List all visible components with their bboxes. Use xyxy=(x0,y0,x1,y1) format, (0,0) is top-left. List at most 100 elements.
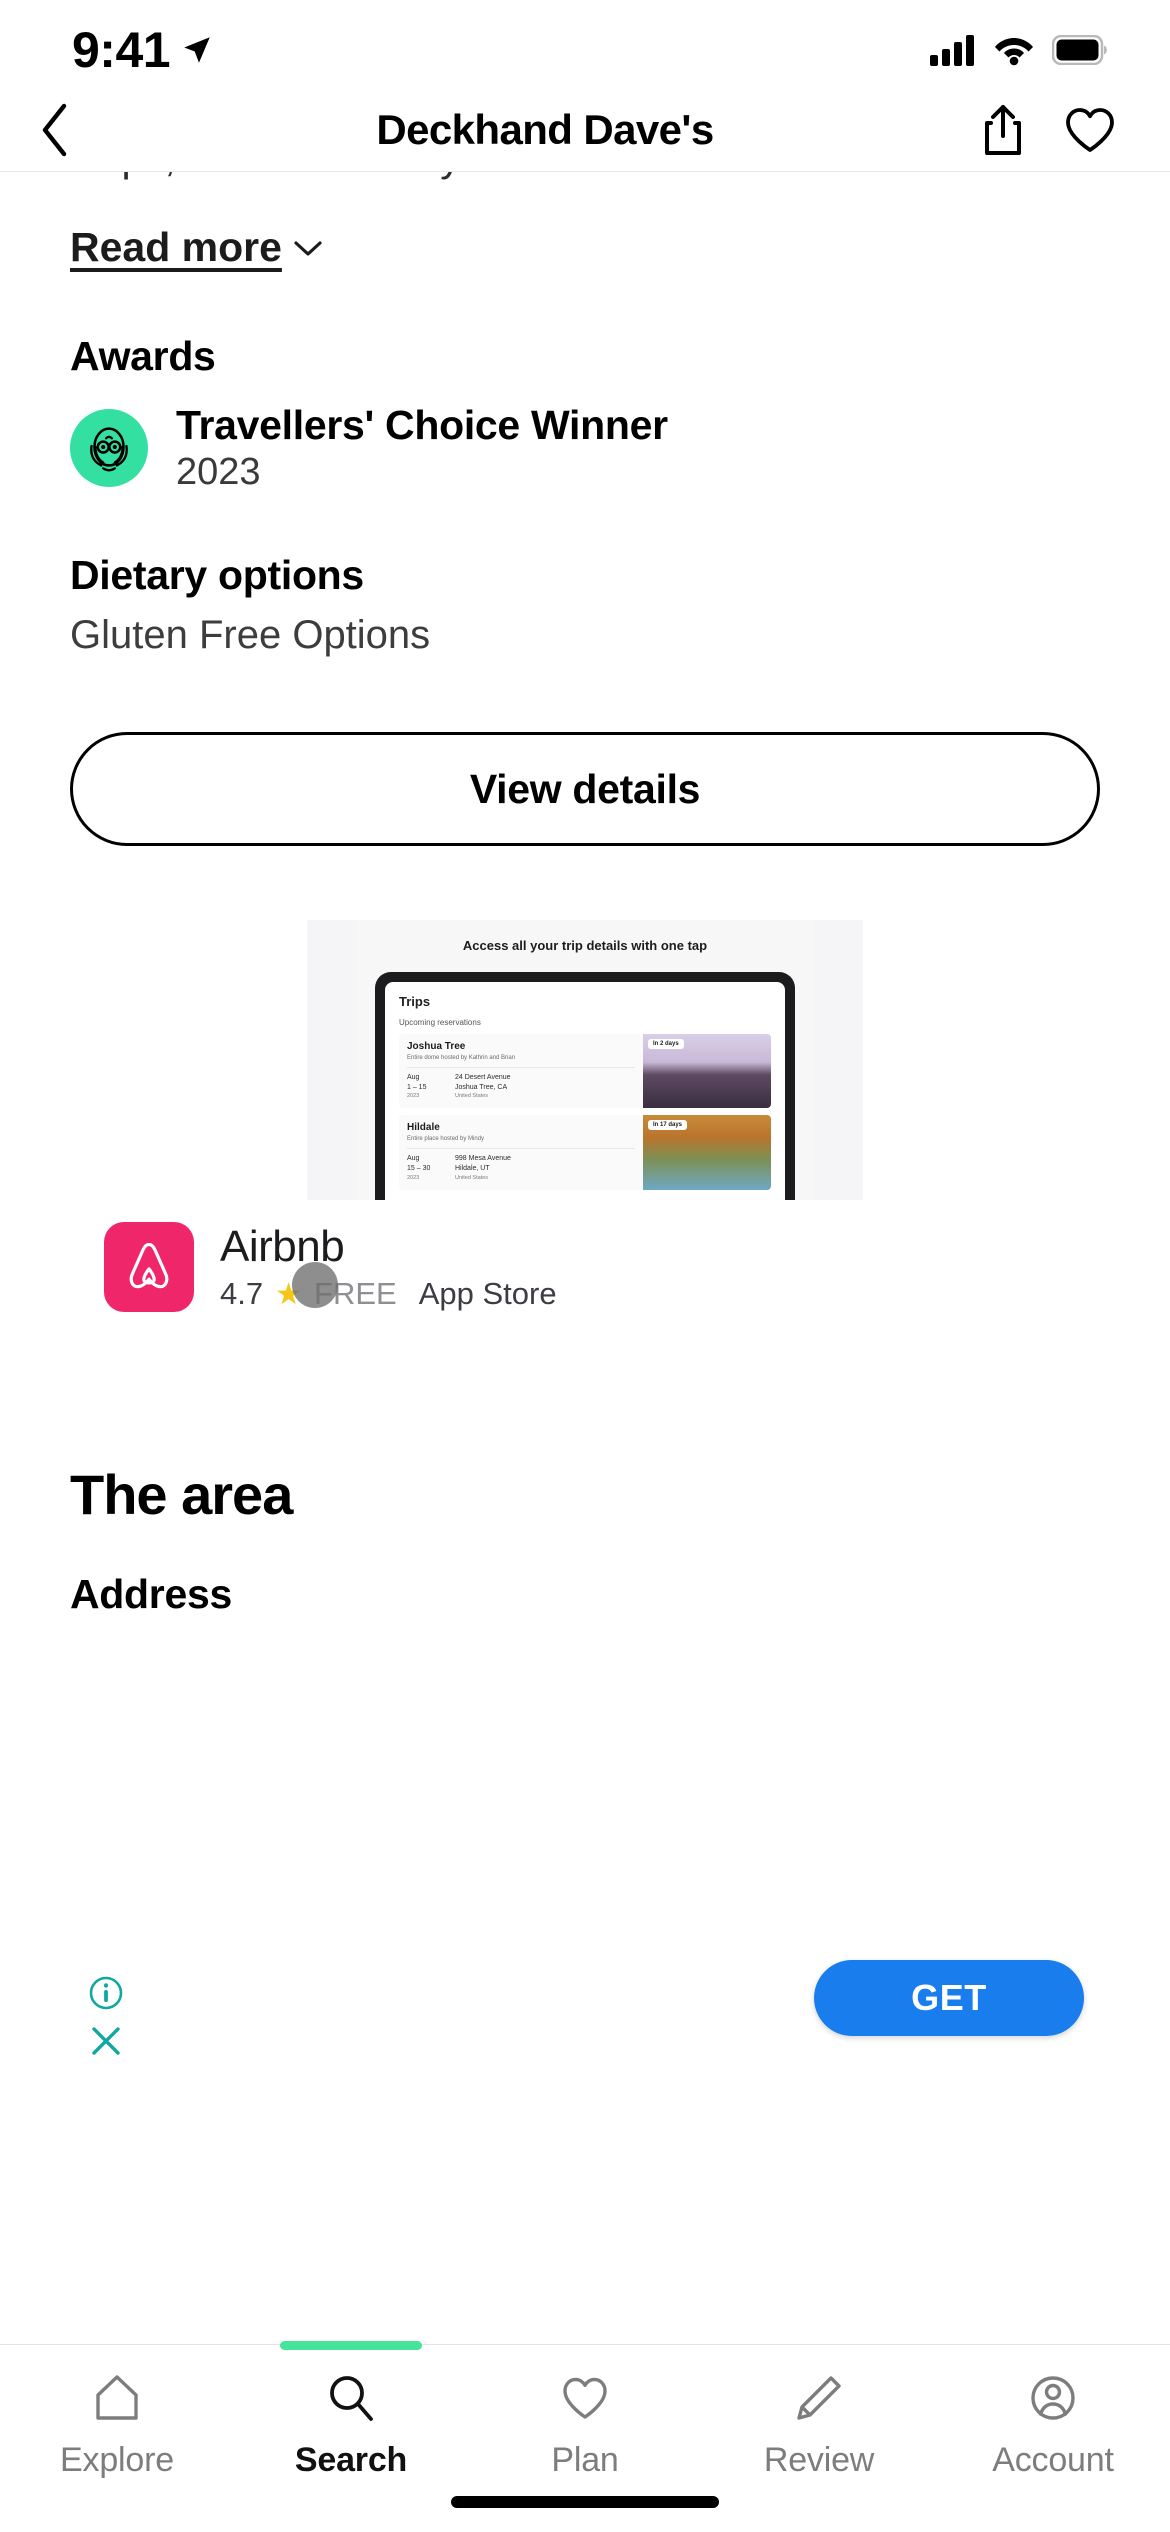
tab-review[interactable]: Review xyxy=(702,2345,936,2532)
award-name: Travellers' Choice Winner xyxy=(176,402,668,448)
reservation-year: 2023 xyxy=(407,1093,420,1100)
read-more-label: Read more xyxy=(70,224,282,270)
reservation-name: Joshua Tree xyxy=(407,1041,466,1052)
status-bar: 9:41 xyxy=(0,0,1170,100)
active-tab-indicator xyxy=(280,2341,422,2350)
tablet-mockup: Trips Upcoming reservations Joshua Tree … xyxy=(375,972,795,1200)
tab-search-label: Search xyxy=(294,2441,408,2479)
reservation-street: 998 Mesa Avenue xyxy=(455,1155,511,1163)
reservation-meta: Aug 15 – 30 2023 998 Mesa Avenue Hildale… xyxy=(407,1154,635,1182)
award-row: Travellers' Choice Winner 2023 xyxy=(70,402,1100,494)
tab-plan-label: Plan xyxy=(551,2441,619,2479)
close-x-icon[interactable] xyxy=(88,2023,124,2059)
account-circle-icon xyxy=(1031,2376,1075,2420)
phone-screen: 9:41 Read more Awards Travellers' Choice… xyxy=(0,0,1170,2532)
status-time: 9:41 xyxy=(72,22,171,78)
ad-controls xyxy=(88,1975,124,2071)
ad-app-row[interactable]: Airbnb 4.7 ★ FREE App Store xyxy=(0,1200,1170,1312)
heart-icon xyxy=(563,2377,607,2419)
reservation-details: Joshua Tree Entire dome hosted by Kathri… xyxy=(399,1034,643,1108)
chevron-down-icon xyxy=(294,240,322,256)
page-title: Deckhand Dave's xyxy=(376,105,714,153)
tab-account-label: Account xyxy=(992,2441,1114,2479)
ad-app-meta: 4.7 ★ FREE App Store xyxy=(220,1276,557,1312)
reservation-year: 2023 xyxy=(407,1174,420,1181)
location-arrow-icon xyxy=(184,37,210,63)
chevron-left-icon xyxy=(42,103,67,156)
cellular-bars-icon xyxy=(930,35,974,66)
dietary-value: Gluten Free Options xyxy=(70,613,431,657)
back-button[interactable] xyxy=(0,101,110,159)
reservation-country: United States xyxy=(455,1093,489,1100)
reservation-city: Joshua Tree, CA xyxy=(455,1084,508,1092)
reservation-countdown-badge: In 17 days xyxy=(648,1120,688,1131)
divider xyxy=(407,1148,635,1150)
tab-explore[interactable]: Explore xyxy=(0,2345,234,2532)
reservation-days: 1 – 15 xyxy=(407,1084,427,1092)
award-text: Travellers' Choice Winner 2023 xyxy=(176,402,668,494)
tablet-screen: Trips Upcoming reservations Joshua Tree … xyxy=(385,982,785,1200)
tab-search[interactable]: Search xyxy=(234,2341,468,2532)
ad-creative-image[interactable]: Access all your trip details with one ta… xyxy=(307,920,863,1200)
ad-app-source: App Store xyxy=(418,1276,557,1311)
home-icon xyxy=(96,2375,138,2420)
touch-indicator xyxy=(292,1262,338,1308)
area-section: The area Address xyxy=(0,1462,1170,1618)
address-heading: Address xyxy=(70,1571,232,1617)
page-content: chips,FRESH local oysters beer and wine.… xyxy=(0,172,1170,2415)
reservation-month: Aug xyxy=(407,1074,420,1081)
reservation-thumbnail: In 2 days xyxy=(643,1034,771,1109)
reservation-name: Hildale xyxy=(407,1122,440,1134)
description-text: chips,FRESH local oysters beer and wine.… xyxy=(70,172,913,181)
battery-full-icon xyxy=(1052,35,1107,65)
reservation-address: 24 Desert Avenue Joshua Tree, CA United … xyxy=(455,1073,511,1101)
reservation-thumbnail: In 17 days xyxy=(643,1115,771,1190)
reservation-meta: Aug 1 – 15 2023 24 Desert Avenue Joshua … xyxy=(407,1073,635,1101)
reservation-date: Aug 15 – 30 2023 xyxy=(407,1154,441,1182)
reservation-city: Hildale, UT xyxy=(455,1165,490,1173)
reservation-country: United States xyxy=(455,1174,489,1181)
tripadvisor-owl-icon xyxy=(70,409,148,487)
navigation-header: Deckhand Dave's xyxy=(0,88,1170,172)
search-icon xyxy=(330,2376,373,2421)
dietary-heading: Dietary options xyxy=(70,552,364,598)
read-more-button[interactable]: Read more xyxy=(70,224,324,271)
trips-title: Trips xyxy=(399,994,431,1009)
reservation-days: 15 – 30 xyxy=(407,1165,431,1173)
content-padding: chips,FRESH local oysters beer and wine.… xyxy=(0,172,1170,658)
reservation-month: Aug xyxy=(407,1155,420,1163)
reservation-street: 24 Desert Avenue xyxy=(455,1074,511,1081)
upcoming-reservations-label: Upcoming reservations xyxy=(399,1018,481,1027)
award-year: 2023 xyxy=(176,451,261,493)
awards-heading: Awards xyxy=(70,333,216,379)
reservation-card: Hildale Entire place hosted by Mindy Aug… xyxy=(399,1115,771,1190)
reservation-host: Entire dome hosted by Kathrin and Brian xyxy=(407,1055,516,1061)
ad-creative-inner: Access all your trip details with one ta… xyxy=(357,920,813,1200)
tab-review-label: Review xyxy=(763,2441,875,2479)
ad-app-info: Airbnb 4.7 ★ FREE App Store xyxy=(220,1222,557,1312)
reservation-host: Entire place hosted by Mindy xyxy=(407,1136,485,1143)
reservation-date: Aug 1 – 15 2023 xyxy=(407,1073,441,1101)
ad-app-name: Airbnb xyxy=(220,1222,345,1271)
info-circle-icon[interactable] xyxy=(88,1975,124,2011)
share-icon[interactable] xyxy=(980,103,1026,157)
dietary-section: Dietary options Gluten Free Options xyxy=(70,552,1100,658)
area-title: The area xyxy=(70,1463,293,1526)
advertisement: Access all your trip details with one ta… xyxy=(0,920,1170,2055)
pencil-icon xyxy=(797,2376,841,2420)
heart-outline-icon[interactable] xyxy=(1064,105,1116,155)
awards-section: Awards Travellers' Choice Winner 2023 xyxy=(70,333,1100,494)
home-indicator xyxy=(451,2496,719,2508)
ad-headline: Access all your trip details with one ta… xyxy=(462,938,708,953)
ad-app-rating: 4.7 xyxy=(220,1276,264,1311)
airbnb-logo-icon xyxy=(104,1222,194,1312)
ad-get-button[interactable]: GET xyxy=(814,1960,1084,2036)
reservation-address: 998 Mesa Avenue Hildale, UT United State… xyxy=(455,1154,511,1182)
tab-account[interactable]: Account xyxy=(936,2345,1170,2532)
reservation-countdown-badge: In 2 days xyxy=(648,1039,684,1049)
description-clipped-line: chips,FRESH local oysters beer and wine.… xyxy=(70,172,1100,198)
view-details-button[interactable]: View details xyxy=(70,732,1100,846)
wifi-icon xyxy=(995,38,1033,66)
divider xyxy=(407,1067,635,1068)
reservation-details: Hildale Entire place hosted by Mindy Aug… xyxy=(399,1115,643,1189)
